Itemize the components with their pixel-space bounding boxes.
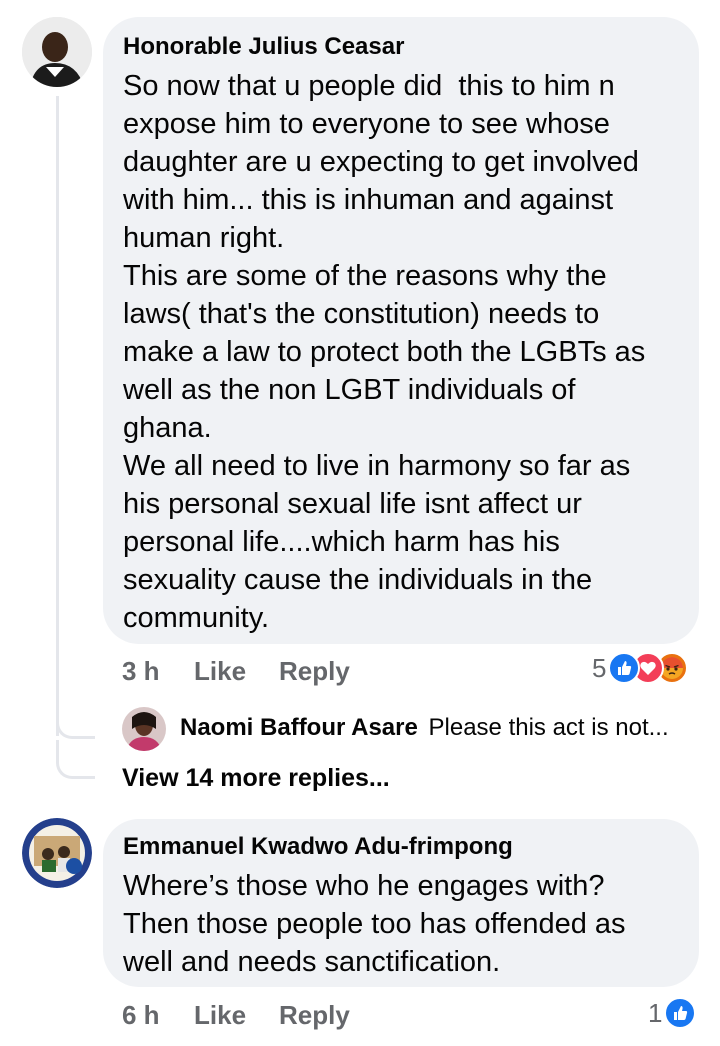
reply-button[interactable]: Reply	[279, 656, 350, 687]
reply-preview[interactable]: Naomi Baffour Asare Please this act is n…	[180, 714, 700, 742]
comment-text: So now that u people did this to him n e…	[123, 70, 646, 634]
reaction-count: 5	[592, 652, 607, 683]
view-more-replies-link[interactable]: View 14 more replies...	[122, 764, 390, 793]
comment-timestamp[interactable]: 6 h	[122, 1000, 160, 1031]
like-icon	[664, 997, 697, 1029]
commenter-avatar[interactable]	[22, 17, 92, 87]
comment-timestamp[interactable]: 3 h	[122, 656, 160, 687]
comment-author-name[interactable]: Emmanuel Kwadwo Adu-frimpong	[123, 833, 679, 861]
comment-actions: 3 h Like Reply	[122, 656, 422, 688]
comment-text: Where’s those who he engages with? Then …	[123, 870, 626, 978]
reply-author-avatar[interactable]	[122, 707, 166, 751]
like-button[interactable]: Like	[194, 656, 246, 687]
reaction-count: 1	[648, 997, 663, 1028]
commenter-avatar[interactable]	[22, 818, 92, 888]
reply-button[interactable]: Reply	[279, 1000, 350, 1031]
comment-bubble: Emmanuel Kwadwo Adu-frimpong Where’s tho…	[103, 819, 699, 987]
comment-author-name[interactable]: Honorable Julius Ceasar	[123, 33, 679, 61]
reaction-summary[interactable]: 5	[592, 652, 689, 684]
reply-author-name[interactable]: Naomi Baffour Asare	[180, 714, 418, 741]
comment-bubble: Honorable Julius Ceasar So now that u pe…	[103, 17, 699, 644]
reply-preview-text: Please this act is not...	[428, 714, 669, 741]
reply-thread-elbow	[56, 740, 95, 779]
reaction-summary[interactable]: 1	[648, 997, 697, 1029]
like-button[interactable]: Like	[194, 1000, 246, 1031]
reply-thread-elbow	[56, 700, 95, 739]
reply-thread-line	[56, 96, 59, 736]
comment-actions: 6 h Like Reply	[122, 1000, 422, 1032]
